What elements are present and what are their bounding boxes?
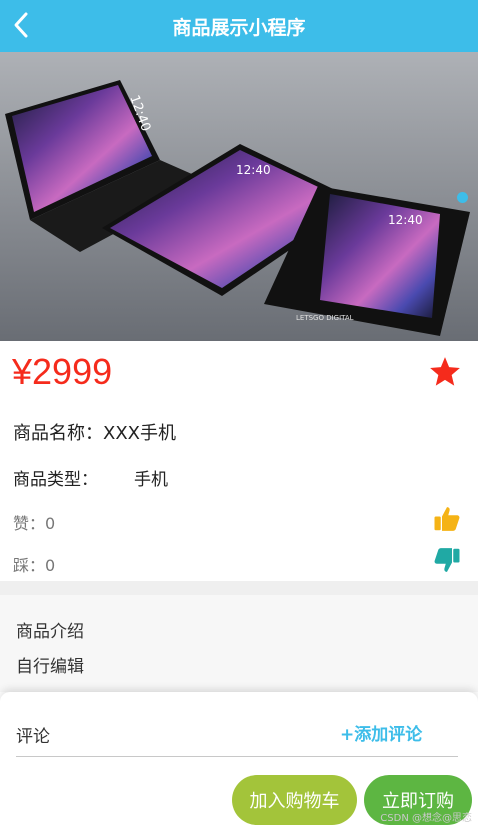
add-to-cart-button[interactable]: 加入购物车 xyxy=(232,775,357,825)
dislike-label: 踩： xyxy=(13,556,46,575)
product-intro-section: 商品介绍 自行编辑 xyxy=(0,595,478,692)
comments-divider xyxy=(16,756,458,757)
product-price: ¥2999 xyxy=(12,351,113,392)
section-divider xyxy=(0,581,478,595)
product-name-label: 商品名称： xyxy=(13,423,103,444)
thumbs-up-icon[interactable] xyxy=(432,504,462,534)
intro-body: 自行编辑 xyxy=(16,657,84,677)
dislike-row: 踩：0 xyxy=(13,552,55,576)
add-comment-button[interactable]: +添加评论 xyxy=(340,720,422,745)
product-type-value: 手机 xyxy=(134,470,168,490)
carousel-indicator-dot[interactable] xyxy=(457,192,468,203)
intro-title: 商品介绍 xyxy=(16,622,84,642)
like-label: 赞： xyxy=(13,514,46,533)
like-row: 赞：0 xyxy=(13,510,55,534)
product-image: 12:40 12:40 12:40 LETSGO DIGITAL xyxy=(0,52,478,341)
product-type-row: 商品类型： 手机 xyxy=(13,465,168,490)
page-title: 商品展示小程序 xyxy=(172,17,306,39)
favorite-star-icon[interactable] xyxy=(428,355,462,389)
dislike-count: 0 xyxy=(45,556,56,575)
phone-brand-label: LETSGO DIGITAL xyxy=(296,314,354,322)
product-name-row: 商品名称：XXX手机 xyxy=(13,419,176,445)
product-info: ¥2999 商品名称：XXX手机 商品类型： 手机 赞：0 踩：0 xyxy=(0,341,478,581)
like-count: 0 xyxy=(45,514,56,533)
navbar: 商品展示小程序 xyxy=(0,0,478,52)
watermark: CSDN @想念@思恋 xyxy=(380,813,472,824)
product-type-label: 商品类型： xyxy=(13,470,98,490)
phone-clock: 12:40 xyxy=(236,163,271,177)
product-name-value: XXX手机 xyxy=(103,423,176,444)
comments-label: 评论 xyxy=(16,727,50,747)
phone-clock: 12:40 xyxy=(388,213,423,227)
product-image-carousel[interactable]: 12:40 12:40 12:40 LETSGO DIGITAL xyxy=(0,52,478,341)
thumbs-down-icon[interactable] xyxy=(432,545,462,575)
